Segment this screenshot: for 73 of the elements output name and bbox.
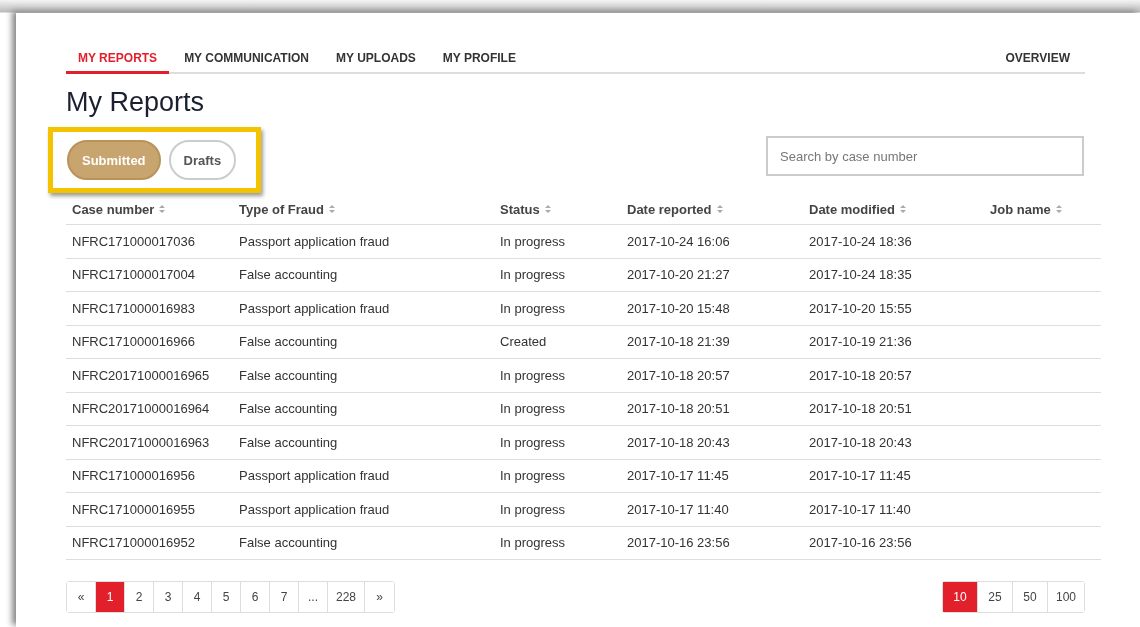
- table-cell: NFRC171000016956: [72, 468, 195, 484]
- table-cell: Passport application fraud: [239, 501, 390, 517]
- page-button[interactable]: 1: [96, 582, 125, 612]
- column-header[interactable]: Job name: [990, 201, 1062, 217]
- table-cell: Passport application fraud: [239, 300, 390, 316]
- table-cell: False accounting: [239, 334, 338, 350]
- sort-icon: [544, 204, 551, 214]
- table-cell: 2017-10-20 21:27: [627, 267, 730, 283]
- overview-link[interactable]: OVERVIEW: [993, 44, 1082, 74]
- table-cell: False accounting: [239, 267, 338, 283]
- table-cell: In progress: [500, 367, 566, 383]
- table-cell: NFRC171000016955: [72, 501, 195, 517]
- table-cell: In progress: [500, 468, 566, 484]
- column-header[interactable]: Case number: [72, 201, 166, 217]
- nav-tab[interactable]: MY COMMUNICATION: [172, 44, 321, 74]
- table-cell: In progress: [500, 300, 566, 316]
- table-cell: 2017-10-18 20:51: [809, 401, 912, 417]
- sort-icon: [1055, 204, 1062, 214]
- column-header[interactable]: Date reported: [627, 201, 723, 217]
- table-cell: 2017-10-24 18:35: [809, 267, 912, 283]
- table-cell: Created: [500, 334, 547, 350]
- sort-icon: [899, 204, 906, 214]
- table-cell: 2017-10-18 20:51: [627, 401, 730, 417]
- sort-icon: [716, 204, 723, 214]
- table-cell: 2017-10-18 20:57: [809, 367, 912, 383]
- table-cell: 2017-10-17 11:45: [627, 468, 729, 484]
- table-cell: Passport application fraud: [239, 233, 390, 249]
- table-cell: 2017-10-18 20:43: [809, 434, 912, 450]
- table-cell: 2017-10-16 23:56: [809, 535, 912, 551]
- table-cell: In progress: [500, 267, 566, 283]
- search-field[interactable]: Search by case number: [766, 136, 1084, 176]
- column-header[interactable]: Date modified: [809, 201, 906, 217]
- table-cell: Passport application fraud: [239, 468, 390, 484]
- sort-icon: [159, 204, 166, 214]
- table-cell: In progress: [500, 401, 566, 417]
- table-cell: 2017-10-17 11:40: [627, 501, 729, 517]
- table-cell: In progress: [500, 434, 566, 450]
- table-cell: False accounting: [239, 434, 338, 450]
- table-cell: 2017-10-18 20:43: [627, 434, 730, 450]
- table-cell: False accounting: [239, 367, 338, 383]
- table-cell: NFRC171000016966: [72, 334, 195, 350]
- table-cell: NFRC171000017036: [72, 233, 195, 249]
- table-cell: NFRC20171000016963: [72, 434, 210, 450]
- table-cell: 2017-10-17 11:40: [809, 501, 911, 517]
- table-cell: In progress: [500, 535, 566, 551]
- sort-icon: [329, 204, 335, 214]
- table-cell: False accounting: [239, 401, 338, 417]
- table-cell: 2017-10-20 15:55: [809, 300, 912, 316]
- table-cell: NFRC171000017004: [72, 267, 195, 283]
- page-size-button[interactable]: 10: [942, 582, 978, 612]
- table-cell: 2017-10-24 16:06: [627, 233, 730, 249]
- page-title: My Reports: [66, 87, 206, 117]
- table-cell: 2017-10-18 21:39: [627, 334, 730, 350]
- filter-toggle[interactable]: Drafts: [168, 140, 237, 180]
- table-cell: 2017-10-24 18:36: [809, 233, 912, 249]
- table-cell: NFRC20171000016964: [72, 401, 210, 417]
- table-cell: 2017-10-18 20:57: [627, 367, 730, 383]
- table-cell: NFRC171000016983: [72, 300, 195, 316]
- nav-tab[interactable]: MY PROFILE: [430, 44, 528, 74]
- table-cell: False accounting: [239, 535, 338, 551]
- table-cell: 2017-10-19 21:36: [809, 334, 912, 350]
- nav-tab[interactable]: MY UPLOADS: [324, 44, 428, 74]
- column-header[interactable]: Status: [500, 201, 551, 217]
- column-header[interactable]: Type of Fraud: [239, 201, 335, 217]
- page-button[interactable]: «: [67, 582, 96, 612]
- table-cell: In progress: [500, 501, 566, 517]
- table-cell: 2017-10-17 11:45: [809, 468, 911, 484]
- table-cell: 2017-10-20 15:48: [627, 300, 730, 316]
- table-cell: 2017-10-16 23:56: [627, 535, 730, 551]
- table-cell: NFRC20171000016965: [72, 367, 210, 383]
- nav-tab[interactable]: MY REPORTS: [66, 44, 170, 74]
- table-cell: NFRC171000016952: [72, 535, 195, 551]
- table-cell: In progress: [500, 233, 566, 249]
